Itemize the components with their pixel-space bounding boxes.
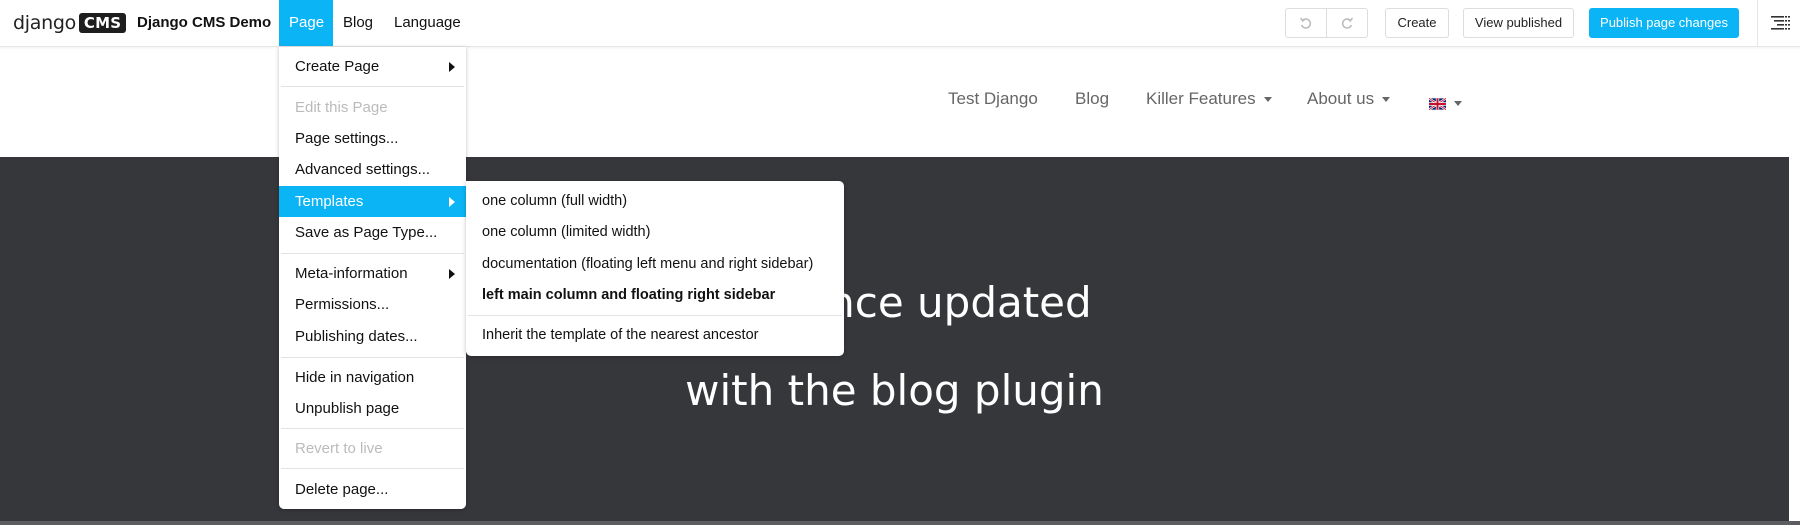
template-option-label: one column (full width)	[482, 193, 628, 209]
template-option-label: Inherit the template of the nearest ance…	[482, 327, 759, 343]
caret-down-icon	[1454, 101, 1462, 106]
menu-item-permissions[interactable]: Permissions...	[279, 289, 466, 320]
nav-link-label: Test Django	[948, 89, 1038, 108]
cms-toolbar: django CMS Django CMS Demo Page Blog Lan…	[0, 0, 1800, 47]
menu-item-delete-page[interactable]: Delete page...	[279, 474, 466, 505]
view-published-button[interactable]: View published	[1463, 8, 1574, 38]
menu-separator	[281, 428, 464, 429]
toolbar-blog-menu[interactable]: Blog	[333, 0, 383, 46]
menu-item-advanced-settings[interactable]: Advanced settings...	[279, 154, 466, 185]
django-cms-logo[interactable]: django CMS	[13, 11, 127, 35]
nav-link-label: Blog	[1075, 89, 1110, 108]
menu-item-label: Delete page...	[295, 481, 389, 498]
menu-item-label: Advanced settings...	[295, 161, 431, 178]
menu-item-label: Meta-information	[295, 265, 408, 282]
menu-item-label: Publishing dates...	[295, 328, 418, 345]
undo-button[interactable]	[1285, 8, 1327, 38]
hero-title: ...udience updated with the blog plugin	[0, 259, 1789, 435]
toolbar-divider	[1757, 0, 1758, 46]
language-selector[interactable]	[1429, 93, 1462, 113]
site-navigation: Test Django Blog Killer Features About u…	[0, 89, 1800, 115]
menu-item-label: Templates	[295, 193, 364, 210]
caret-down-icon	[1382, 97, 1391, 103]
menu-item-label: Edit this Page	[295, 99, 388, 116]
menu-item-unpublish-page[interactable]: Unpublish page	[279, 393, 466, 424]
template-option-label: one column (limited width)	[482, 224, 651, 240]
submenu-arrow-icon	[449, 197, 455, 207]
template-option-inherit[interactable]: Inherit the template of the nearest ance…	[466, 320, 844, 351]
toolbar-site-menu[interactable]: Django CMS Demo	[127, 0, 281, 46]
nav-link-test-django[interactable]: Test Django	[948, 89, 1038, 109]
nav-link-killer-features[interactable]: Killer Features	[1146, 89, 1272, 109]
menu-item-label: Permissions...	[295, 296, 390, 313]
hero-banner: ...udience updated with the blog plugin	[0, 157, 1789, 521]
toolbar-language-menu[interactable]: Language	[384, 0, 471, 46]
nav-link-label: Killer Features	[1146, 89, 1256, 108]
menu-item-page-settings[interactable]: Page settings...	[279, 123, 466, 154]
hero-title-line-2: with the blog plugin	[685, 366, 1104, 415]
menu-item-save-as-page-type[interactable]: Save as Page Type...	[279, 217, 466, 248]
logo-badge: CMS	[78, 13, 127, 33]
nav-link-label: About us	[1307, 89, 1375, 108]
redo-button[interactable]	[1326, 8, 1368, 38]
logo-text: django	[13, 12, 76, 34]
submenu-separator	[468, 315, 842, 316]
structure-toggle-icon	[1771, 16, 1790, 30]
menu-item-revert-to-live: Revert to live	[279, 433, 466, 464]
submenu-arrow-icon	[449, 269, 455, 279]
menu-item-hide-in-navigation[interactable]: Hide in navigation	[279, 362, 466, 393]
create-button[interactable]: Create	[1385, 8, 1449, 38]
menu-separator	[281, 357, 464, 358]
menu-item-label: Save as Page Type...	[295, 224, 438, 241]
menu-item-label: Page settings...	[295, 130, 399, 147]
menu-item-meta-information[interactable]: Meta-information	[279, 258, 466, 289]
template-option-documentation[interactable]: documentation (floating left menu and ri…	[466, 249, 844, 280]
template-option-one-column-full[interactable]: one column (full width)	[466, 186, 844, 217]
menu-item-create-page[interactable]: Create Page	[279, 51, 466, 82]
menu-item-label: Hide in navigation	[295, 369, 415, 386]
menu-separator	[281, 253, 464, 254]
publish-page-changes-button[interactable]: Publish page changes	[1589, 8, 1739, 38]
uk-flag-icon	[1429, 97, 1446, 110]
page-dropdown-menu: Create Page Edit this Page Page settings…	[279, 47, 466, 509]
menu-item-label: Create Page	[295, 58, 380, 75]
template-option-left-main-column[interactable]: left main column and floating right side…	[466, 280, 844, 311]
menu-item-label: Revert to live	[295, 440, 383, 457]
template-option-label: left main column and floating right side…	[482, 287, 776, 303]
hero-title-line-1: ...udience updated	[697, 278, 1092, 327]
hero-bottom-edge	[0, 521, 1800, 525]
submenu-arrow-icon	[449, 62, 455, 72]
undo-icon	[1299, 17, 1312, 29]
menu-item-edit-this-page: Edit this Page	[279, 92, 466, 123]
menu-separator	[281, 86, 464, 87]
template-option-one-column-limited[interactable]: one column (limited width)	[466, 217, 844, 248]
caret-down-icon	[1263, 97, 1272, 103]
menu-separator	[281, 468, 464, 469]
templates-submenu: one column (full width) one column (limi…	[466, 181, 844, 356]
structure-mode-toggle[interactable]	[1770, 14, 1792, 32]
redo-icon	[1341, 17, 1354, 29]
menu-item-label: Unpublish page	[295, 400, 400, 417]
nav-link-about-us[interactable]: About us	[1307, 89, 1391, 109]
nav-link-blog[interactable]: Blog	[1075, 89, 1109, 109]
menu-item-templates[interactable]: Templates	[279, 186, 466, 217]
toolbar-page-menu[interactable]: Page	[279, 0, 333, 46]
menu-item-publishing-dates[interactable]: Publishing dates...	[279, 321, 466, 352]
template-option-label: documentation (floating left menu and ri…	[482, 256, 814, 272]
